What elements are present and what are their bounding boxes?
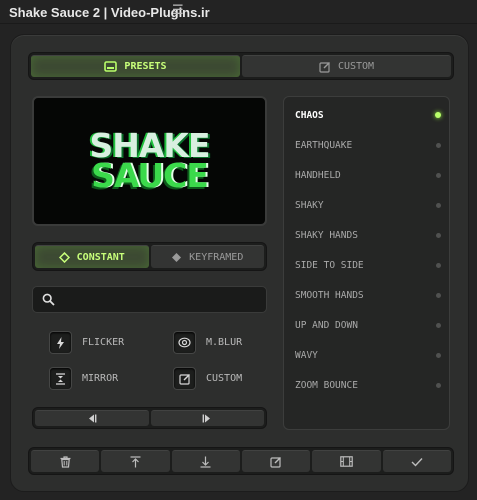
indicator-dot: [436, 292, 441, 298]
presets-list: CHAOS EARTHQUAKE HANDHELD SHAKY SHAKY HA…: [283, 96, 450, 430]
search-input[interactable]: [63, 291, 258, 309]
mode-keyframed-label: KEYFRAMED: [189, 251, 244, 263]
motion-blur-icon: [173, 331, 196, 354]
next-button[interactable]: [150, 410, 264, 426]
import-icon: [130, 455, 141, 468]
list-item[interactable]: SHAKY HANDS: [295, 227, 443, 243]
mirror-icon: [49, 367, 72, 390]
search-icon: [42, 293, 55, 306]
edit-icon: [173, 367, 196, 390]
flicker-button[interactable]: FLICKER: [49, 331, 124, 354]
indicator-dot: [436, 322, 441, 328]
tab-presets[interactable]: PRESETS: [31, 55, 240, 77]
indicator-dot: [436, 142, 441, 148]
list-item[interactable]: CHAOS: [295, 107, 443, 123]
export-icon: [200, 456, 211, 468]
export-button[interactable]: [171, 450, 240, 472]
film-icon: [340, 456, 353, 467]
edit-icon: [319, 61, 331, 73]
list-item[interactable]: EARTHQUAKE: [295, 137, 443, 153]
preset-frame-icon: [104, 61, 118, 72]
view-tabs: PRESETS CUSTOM: [28, 52, 454, 80]
list-item[interactable]: ZOOM BOUNCE: [295, 377, 443, 393]
list-item[interactable]: UP AND DOWN: [295, 317, 443, 333]
indicator-dot: [436, 202, 441, 208]
logo-line-2: SAUCE: [91, 156, 209, 195]
motion-blur-button[interactable]: M.BLUR: [173, 331, 242, 354]
bottom-toolbar: [28, 447, 454, 475]
edit-preset-button[interactable]: [241, 450, 311, 472]
hamburger-menu-icon[interactable]: ☰: [172, 3, 184, 18]
previous-button[interactable]: [35, 410, 149, 426]
list-item[interactable]: WAVY: [295, 347, 443, 363]
indicator-dot: [436, 172, 441, 178]
preset-preview: SHAKE SAUCE: [32, 96, 267, 226]
mode-keyframed-button[interactable]: KEYFRAMED: [150, 245, 264, 268]
selected-indicator-dot: [435, 112, 441, 118]
preview-logo: SHAKE SAUCE: [89, 129, 210, 195]
apply-button[interactable]: [382, 450, 451, 472]
list-item[interactable]: SMOOTH HANDS: [295, 287, 443, 303]
diamond-filled-icon: [171, 252, 182, 263]
tab-presets-label: PRESETS: [124, 61, 167, 72]
tab-custom[interactable]: CUSTOM: [242, 55, 451, 77]
indicator-dot: [436, 382, 441, 388]
mirror-button[interactable]: MIRROR: [49, 367, 118, 390]
mirror-label: MIRROR: [82, 373, 119, 384]
flicker-label: FLICKER: [82, 337, 125, 348]
custom-tool-button[interactable]: CUSTOM: [173, 367, 242, 390]
delete-button[interactable]: [31, 450, 100, 472]
mode-constant-button[interactable]: CONSTANT: [35, 245, 149, 268]
search-box: [32, 286, 267, 313]
previous-icon: [87, 414, 97, 423]
list-item[interactable]: HANDHELD: [295, 167, 443, 183]
tab-custom-label: CUSTOM: [337, 61, 375, 72]
edit-icon: [270, 456, 282, 468]
diamond-outline-icon: [58, 251, 70, 263]
motion-blur-label: M.BLUR: [206, 337, 243, 348]
mode-constant-label: CONSTANT: [76, 251, 125, 263]
indicator-dot: [436, 232, 441, 238]
indicator-dot: [436, 352, 441, 358]
list-item[interactable]: SHAKY: [295, 197, 443, 213]
preset-navigation: [32, 407, 267, 429]
list-item[interactable]: SIDE TO SIDE: [295, 257, 443, 273]
mode-toggle: CONSTANT KEYFRAMED: [32, 242, 267, 271]
film-button[interactable]: [312, 450, 381, 472]
next-icon: [202, 414, 212, 423]
custom-tool-label: CUSTOM: [206, 373, 243, 384]
title-bar: Shake Sauce 2 | Video-Plugins.ir ☰: [0, 0, 477, 24]
trash-icon: [60, 455, 71, 468]
indicator-dot: [436, 262, 441, 268]
import-button[interactable]: [101, 450, 170, 472]
apply-check-icon: [411, 457, 423, 467]
lightning-icon: [49, 331, 72, 354]
